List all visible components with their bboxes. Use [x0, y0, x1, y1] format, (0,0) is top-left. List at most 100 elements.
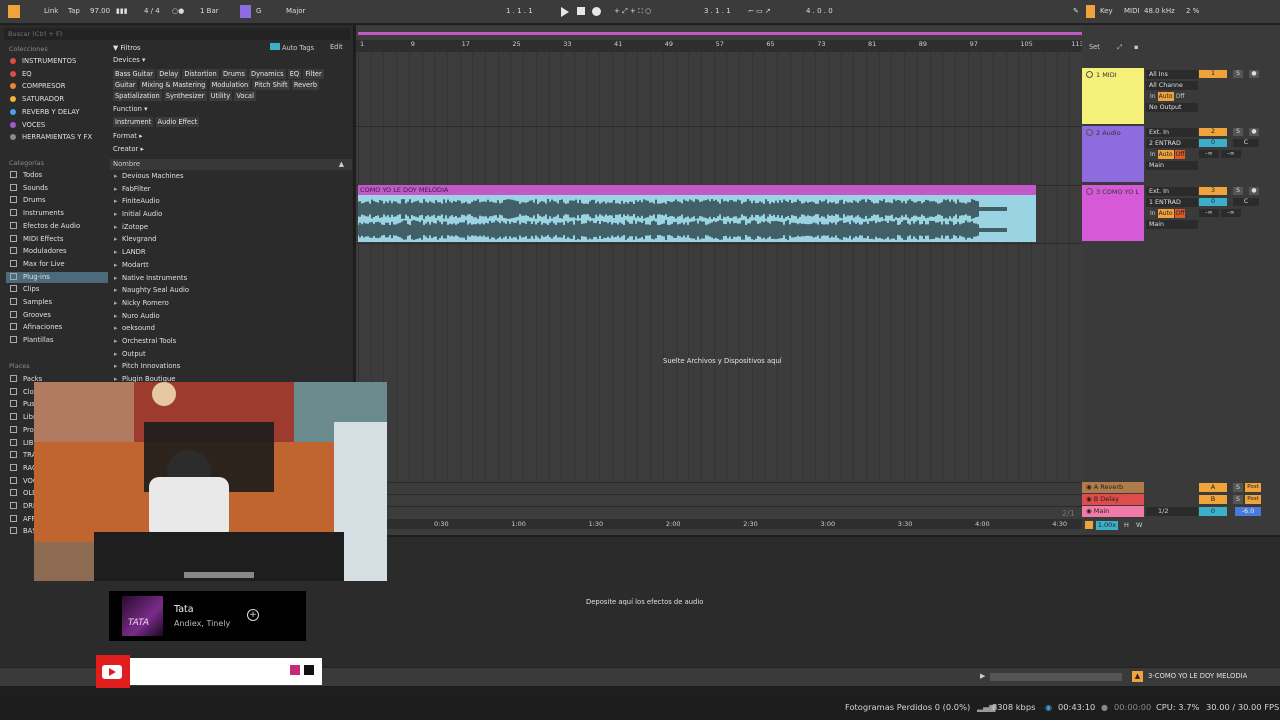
function-tag[interactable]: Instrument — [113, 117, 154, 127]
stop-button[interactable] — [577, 7, 585, 15]
send-b-field[interactable]: -∞ — [1221, 150, 1241, 158]
main-volume-field[interactable]: 0 — [1199, 507, 1227, 516]
return-letter[interactable]: A — [1199, 483, 1227, 492]
device-tag[interactable]: Delay — [157, 69, 181, 79]
record-button[interactable] — [592, 7, 601, 16]
expand-arrow-icon[interactable]: ▸ — [114, 233, 122, 246]
return-track-row[interactable]: ◉ B Delay B S Post — [1082, 494, 1280, 505]
vendor-folder-row[interactable]: ▸ Output — [110, 348, 352, 361]
audio-clip-title[interactable]: COMO YO LE DOY MELODIA — [358, 185, 1036, 195]
midi-map-label[interactable]: MIDI — [1124, 5, 1140, 18]
metronome-icon[interactable]: ▮▮▮ — [116, 5, 128, 18]
loop-start-field[interactable]: 3 . 1 . 1 — [704, 5, 731, 18]
expand-icon[interactable]: ⤢ — [1117, 43, 1122, 52]
key-map-icon[interactable] — [1086, 5, 1095, 18]
volume-field[interactable]: 0 — [1199, 198, 1227, 206]
solo-button[interactable]: S — [1233, 495, 1243, 504]
category-item[interactable]: Todos — [10, 170, 42, 181]
scale-icon[interactable] — [240, 5, 251, 18]
device-tag[interactable]: Distortion — [182, 69, 219, 79]
key-map-label[interactable]: Key — [1100, 5, 1113, 18]
track-number[interactable]: 2 — [1199, 128, 1227, 136]
expand-arrow-icon[interactable]: ▸ — [114, 284, 122, 297]
expand-arrow-icon[interactable]: ▸ — [114, 183, 122, 196]
expand-arrow-icon[interactable]: ▸ — [114, 297, 122, 310]
track-activator-icon[interactable] — [1086, 71, 1093, 78]
category-item[interactable]: Afinaciones — [10, 322, 62, 333]
monitor-switch[interactable]: In Auto Off — [1146, 150, 1198, 159]
draw-mode-icon[interactable]: ✎ — [1073, 5, 1079, 18]
beat-time-ruler[interactable]: 1 9 17 25 33 41 49 57 65 73 81 89 97 105 113 — [356, 40, 1084, 52]
vendor-folder-row[interactable]: ▸ Initial Audio — [110, 208, 352, 221]
input-type-select[interactable]: All Ins — [1146, 70, 1198, 79]
category-item[interactable]: Efectos de Audio — [10, 221, 80, 232]
place-item[interactable]: AFR — [10, 514, 36, 525]
output-select[interactable]: Main — [1146, 220, 1198, 229]
device-tag[interactable]: Modulation — [209, 80, 251, 90]
width-button[interactable]: W — [1136, 520, 1142, 531]
place-item[interactable]: TRA — [10, 450, 36, 461]
creator-label[interactable]: Creator ▸ — [113, 145, 144, 153]
monitor-in-button[interactable]: In — [1149, 92, 1157, 101]
post-button[interactable]: Post — [1245, 495, 1261, 504]
collection-item[interactable]: EQ — [10, 69, 32, 80]
time-signature-field[interactable]: 4 / 4 — [144, 5, 160, 18]
tap-button[interactable]: Tap — [68, 5, 80, 18]
category-item[interactable]: Moduladores — [10, 246, 67, 257]
vendor-folder-row[interactable]: ▸ oeksound — [110, 322, 352, 335]
devices-label[interactable]: Devices ▾ — [113, 56, 145, 64]
browser-search-input[interactable]: Buscar (Ctrl + F) — [4, 28, 350, 40]
vendor-folder-row[interactable]: ▸ Modartt — [110, 259, 352, 272]
return-track-name-cell[interactable]: ◉ B Delay — [1082, 494, 1144, 505]
expand-arrow-icon[interactable]: ▸ — [114, 208, 122, 221]
category-item[interactable]: Instruments — [10, 208, 64, 219]
zoom-field[interactable]: 1.00x — [1096, 521, 1118, 530]
vendor-folder-row[interactable]: ▸ Orchestral Tools — [110, 335, 352, 348]
track-activator-icon[interactable] — [1086, 129, 1093, 136]
auto-tags-button[interactable]: Auto Tags — [270, 43, 314, 52]
collection-item[interactable]: VOCES — [10, 120, 45, 131]
input-channel-select[interactable]: 1 ENTRAD — [1146, 198, 1198, 207]
device-tag[interactable]: Vocal — [234, 91, 256, 101]
zoom-icon[interactable] — [1085, 521, 1093, 529]
expand-arrow-icon[interactable]: ▸ — [114, 272, 122, 285]
device-tag[interactable]: Dynamics — [249, 69, 286, 79]
vendor-folder-row[interactable]: ▸ iZotope — [110, 221, 352, 234]
collection-item[interactable]: REVERB Y DELAY — [10, 107, 80, 118]
monitor-in-button[interactable]: In — [1149, 150, 1157, 159]
monitor-auto-button[interactable]: Auto — [1157, 150, 1174, 159]
place-item[interactable]: Libr — [10, 412, 36, 423]
category-item[interactable]: MIDI Effects — [10, 234, 63, 245]
expand-arrow-icon[interactable]: ▸ — [114, 348, 122, 361]
pan-field[interactable]: C — [1233, 139, 1259, 147]
main-track-row[interactable]: ◉ Main 1/2 0 -6.0 — [1082, 506, 1280, 517]
vendor-folder-row[interactable]: ▸ LANDR — [110, 246, 352, 259]
vendor-folder-row[interactable]: ▸ Naughty Seal Audio — [110, 284, 352, 297]
track-activator-icon[interactable] — [1086, 188, 1093, 195]
input-type-select[interactable]: Ext. In — [1146, 128, 1198, 137]
send-b-field[interactable]: -∞ — [1221, 209, 1241, 217]
expand-arrow-icon[interactable]: ▸ — [114, 246, 122, 259]
output-select[interactable]: Main — [1146, 161, 1198, 170]
scale-mode-select[interactable]: Major — [286, 5, 305, 18]
post-button[interactable]: Post — [1245, 483, 1261, 492]
return-track-name-cell[interactable]: ◉ A Reverb — [1082, 482, 1144, 493]
expand-arrow-icon[interactable]: ▸ — [114, 322, 122, 335]
expand-arrow-icon[interactable]: ▸ — [114, 335, 122, 348]
expand-arrow-icon[interactable]: ▸ — [114, 310, 122, 323]
solo-button[interactable]: S — [1233, 70, 1243, 78]
main-level-field[interactable]: -6.0 — [1235, 507, 1261, 516]
audio-clip-waveform[interactable] — [358, 195, 1036, 242]
input-channel-select[interactable]: All Channe — [1146, 81, 1198, 90]
main-routing-select[interactable]: 1/2 — [1146, 507, 1198, 516]
device-tag[interactable]: Guitar — [113, 80, 138, 90]
monitor-switch[interactable]: In Auto Off — [1146, 92, 1198, 101]
lock-icon[interactable]: ▪ — [1134, 43, 1138, 51]
place-item[interactable]: BAS — [10, 526, 37, 537]
monitor-auto-button[interactable]: Auto — [1157, 92, 1174, 101]
vendor-folder-row[interactable]: ▸ Native Instruments — [110, 272, 352, 285]
time-ruler[interactable]: 0:30 1:00 1:30 2:00 2:30 3:00 3:30 4:00 4:30 — [356, 519, 1082, 529]
function-label[interactable]: Function ▾ — [113, 105, 148, 113]
category-item[interactable]: Max for Live — [10, 259, 65, 270]
expand-arrow-icon[interactable]: ▸ — [114, 195, 122, 208]
